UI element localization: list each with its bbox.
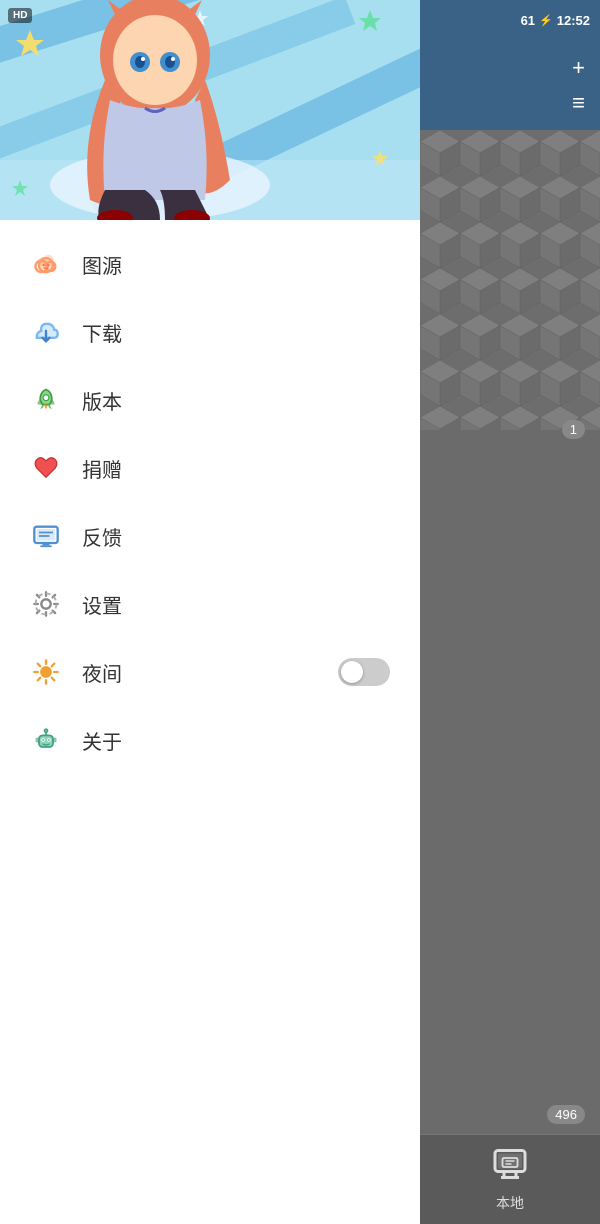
- local-tab[interactable]: 本地: [420, 1134, 600, 1224]
- local-tab-icon: [492, 1146, 528, 1189]
- menu-item-feedback[interactable]: 反馈: [0, 502, 420, 570]
- donate-icon: [30, 452, 62, 484]
- feedback-icon: [30, 520, 62, 552]
- menu-item-settings[interactable]: 设置: [0, 570, 420, 638]
- menu-item-donate[interactable]: 捐赠: [0, 434, 420, 502]
- source-label: 图源: [82, 250, 122, 279]
- banner-image: HD: [0, 0, 420, 220]
- drawer-panel: HD 图源: [0, 0, 420, 1224]
- menu-list: 图源 下载: [0, 230, 420, 774]
- settings-icon: [30, 588, 62, 620]
- settings-label: 设置: [82, 590, 122, 619]
- menu-item-about[interactable]: 关于: [0, 706, 420, 774]
- battery-level: 61: [521, 13, 535, 28]
- menu-item-download[interactable]: 下载: [0, 298, 420, 366]
- badge-count-496: 496: [547, 1105, 585, 1124]
- night-toggle[interactable]: [338, 658, 390, 686]
- menu-item-night[interactable]: 夜间: [0, 638, 420, 706]
- hd-badge: HD: [8, 8, 32, 23]
- menu-item-source[interactable]: 图源: [0, 230, 420, 298]
- night-label: 夜间: [82, 658, 122, 687]
- night-icon: [30, 656, 62, 688]
- about-label: 关于: [82, 726, 122, 755]
- source-icon: [30, 248, 62, 280]
- menu-item-version[interactable]: 版本: [0, 366, 420, 434]
- download-icon: [30, 316, 62, 348]
- right-panel: 61 ⚡ 12:52 + ≡ 1 496: [420, 0, 600, 1224]
- local-tab-label: 本地: [496, 1193, 524, 1213]
- version-label: 版本: [82, 386, 122, 415]
- wallpaper-preview: [420, 130, 600, 430]
- add-button[interactable]: +: [572, 57, 585, 79]
- clock: 12:52: [557, 13, 590, 28]
- version-icon: [30, 384, 62, 416]
- about-icon: [30, 724, 62, 756]
- right-toolbar: + ≡: [420, 40, 600, 130]
- badge-count-1: 1: [562, 420, 585, 439]
- battery-icon: ⚡: [539, 14, 553, 27]
- donate-label: 捐赠: [82, 454, 122, 483]
- menu-button[interactable]: ≡: [572, 92, 585, 114]
- download-label: 下载: [82, 318, 122, 347]
- status-bar: 61 ⚡ 12:52: [420, 0, 600, 40]
- feedback-label: 反馈: [82, 522, 122, 551]
